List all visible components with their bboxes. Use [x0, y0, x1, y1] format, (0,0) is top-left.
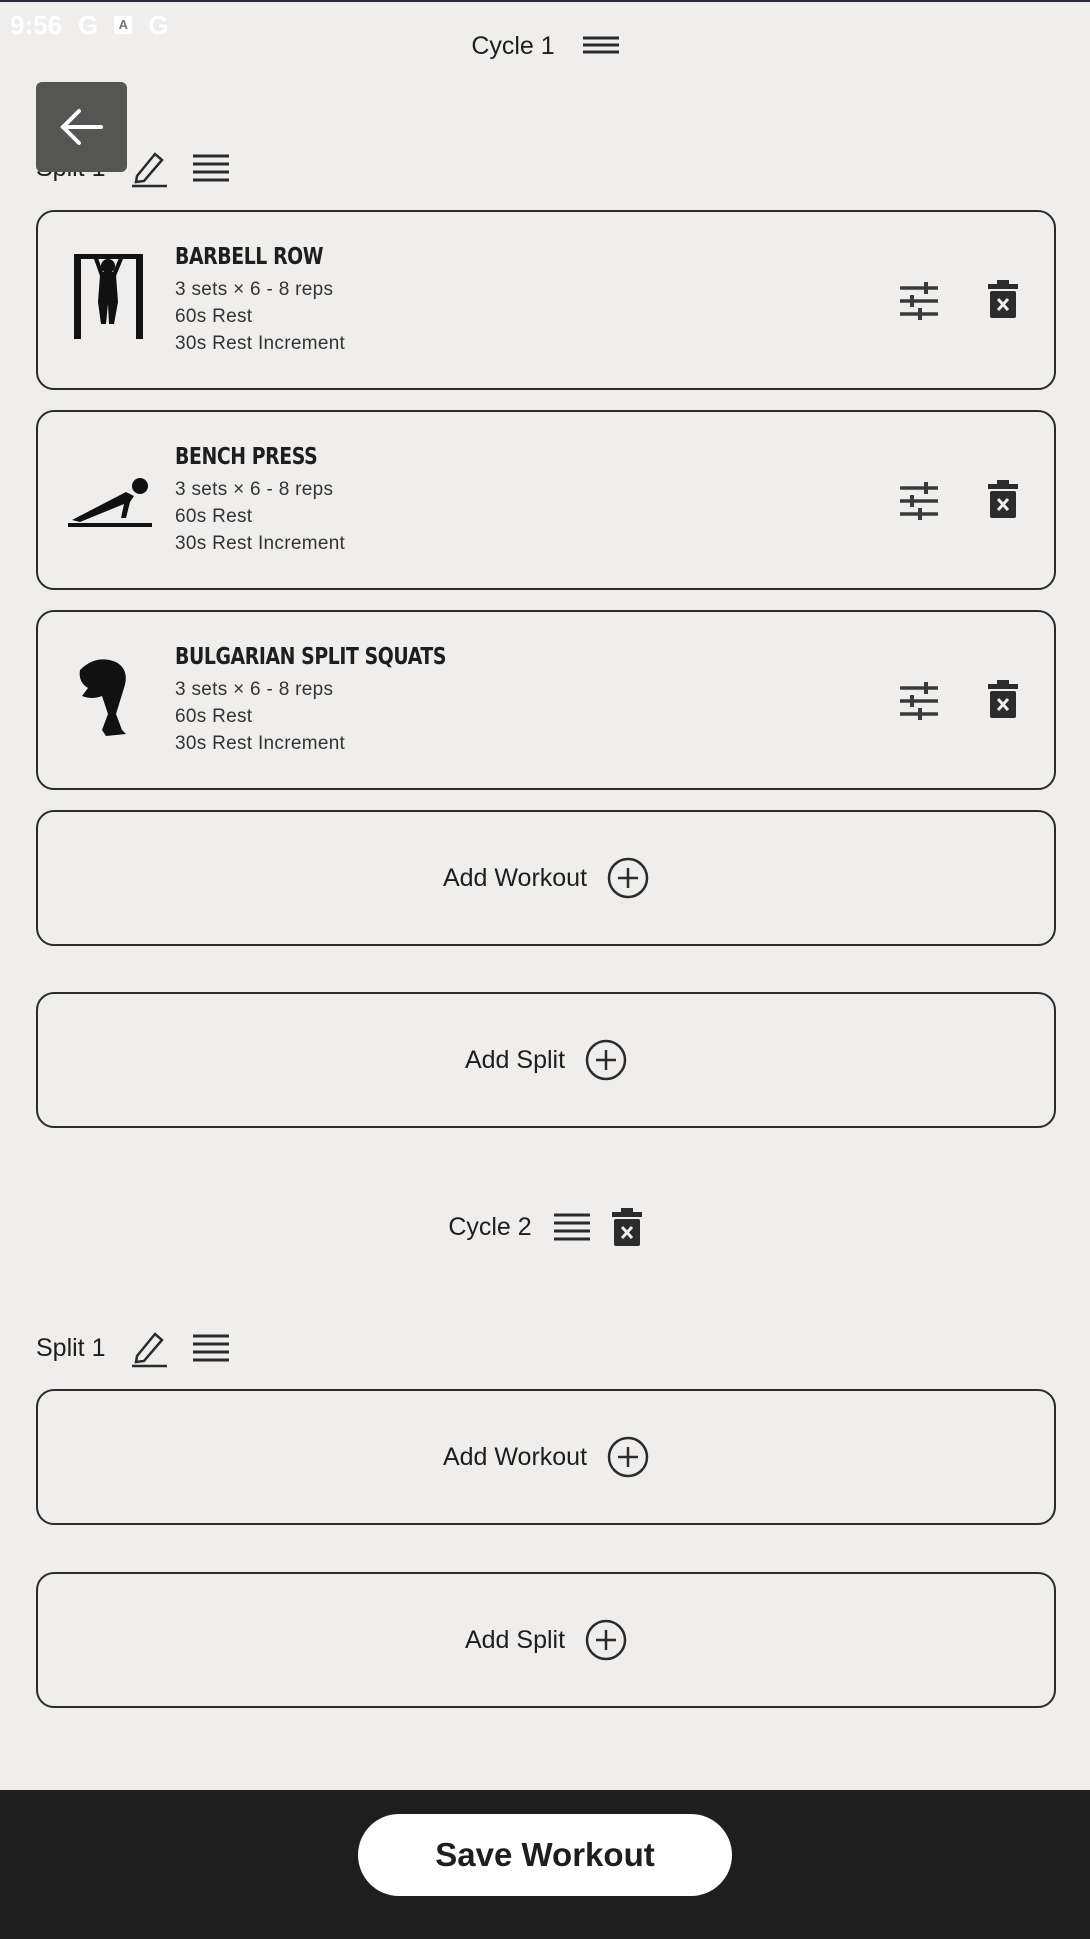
exercise-name: BULGARIAN SPLIT SQUATS [175, 644, 447, 670]
add-circle-icon [607, 857, 649, 899]
add-circle-icon [607, 1436, 649, 1478]
edit-icon[interactable] [129, 148, 169, 188]
exercise-card[interactable]: BULGARIAN SPLIT SQUATS 3 sets × 6 - 8 re… [36, 610, 1056, 790]
drag-handle-icon[interactable] [582, 34, 619, 60]
reorder-icon[interactable] [193, 153, 230, 183]
reorder-icon[interactable] [553, 1212, 590, 1242]
exercise-sets: 3 sets × 6 - 8 reps [175, 679, 334, 700]
split-title: Split 1 [36, 1333, 106, 1362]
exercise-name: BARBELL ROW [175, 244, 324, 270]
pushup-figure-icon [66, 452, 154, 547]
delete-icon[interactable] [988, 280, 1018, 318]
add-workout-label: Add Workout [442, 1442, 588, 1471]
add-split-label: Add Split [464, 1045, 566, 1074]
back-button[interactable] [36, 82, 127, 172]
exercise-rest: 60s Rest [175, 306, 253, 327]
cycle-title: Cycle 1 [471, 32, 555, 60]
add-circle-icon [585, 1619, 627, 1661]
reorder-icon[interactable] [193, 1333, 230, 1363]
exercise-rest-increment: 30s Rest Increment [175, 533, 346, 554]
add-split-button[interactable]: Add Split [36, 1572, 1056, 1708]
add-workout-button[interactable]: Add Workout [36, 1389, 1056, 1525]
tune-icon[interactable] [900, 282, 938, 320]
exercise-card[interactable]: BENCH PRESS 3 sets × 6 - 8 reps 60s Rest… [36, 410, 1056, 590]
add-workout-button[interactable]: Add Workout [36, 810, 1056, 946]
cycle-1-header: Cycle 1 [0, 32, 1090, 61]
squat-figure-icon [66, 652, 154, 747]
split-1-header: Split 1 [36, 1328, 230, 1368]
cycle-2-header: Cycle 2 [0, 1208, 1090, 1246]
exercise-sets: 3 sets × 6 - 8 reps [175, 279, 334, 300]
cycle-title: Cycle 2 [448, 1212, 532, 1241]
exercise-name: BENCH PRESS [175, 444, 318, 470]
exercise-rest-increment: 30s Rest Increment [175, 733, 346, 754]
add-circle-icon [585, 1039, 627, 1081]
arrow-left-icon [59, 109, 103, 145]
pullup-figure-icon [66, 252, 154, 347]
delete-icon[interactable] [988, 680, 1018, 718]
add-split-button[interactable]: Add Split [36, 992, 1056, 1128]
exercise-sets: 3 sets × 6 - 8 reps [175, 479, 334, 500]
delete-icon[interactable] [988, 480, 1018, 518]
save-workout-button[interactable]: Save Workout [358, 1813, 732, 1896]
tune-icon[interactable] [900, 482, 938, 520]
exercise-card[interactable]: BARBELL ROW 3 sets × 6 - 8 reps 60s Rest… [36, 210, 1056, 390]
add-workout-label: Add Workout [442, 863, 588, 892]
add-split-label: Add Split [464, 1625, 566, 1654]
delete-icon[interactable] [611, 1208, 642, 1246]
exercise-rest: 60s Rest [175, 706, 253, 727]
tune-icon[interactable] [900, 682, 938, 720]
bottom-bar: Save Workout [0, 1790, 1090, 1939]
edit-icon[interactable] [129, 1328, 169, 1368]
exercise-rest: 60s Rest [175, 506, 253, 527]
exercise-rest-increment: 30s Rest Increment [175, 333, 346, 354]
